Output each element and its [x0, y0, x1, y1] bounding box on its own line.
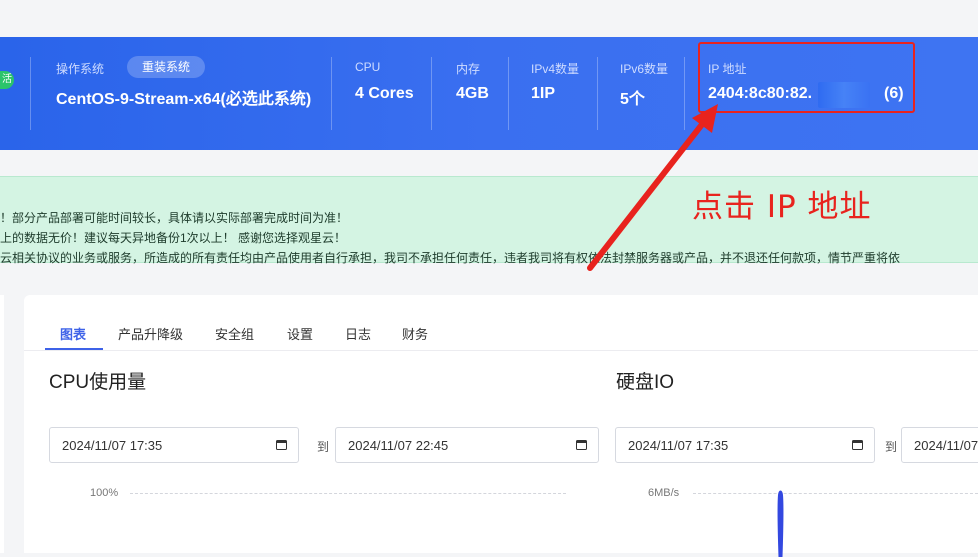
cpu-start-date-value: 2024/11/07 17:35 [62, 438, 163, 453]
calendar-icon[interactable] [276, 439, 287, 450]
content-card: 图表 产品升降级 安全组 设置 日志 财务 CPU使用量 2024/11/07 … [24, 295, 978, 557]
calendar-icon[interactable] [576, 439, 587, 450]
disk-gridline [693, 493, 978, 494]
tab-divider [24, 350, 978, 351]
cpu-end-date-input[interactable]: 2024/11/07 22:45 [335, 427, 599, 463]
notice-line: ！部分产品部署可能时间较长，具体请以实际部署完成时间为准！ [0, 211, 349, 225]
reinstall-system-button[interactable]: 重装系统 [127, 56, 206, 78]
cpu-label: CPU [355, 60, 381, 74]
disk-start-date-value: 2024/11/07 17:35 [628, 438, 729, 453]
cpu-start-date-input[interactable]: 2024/11/07 17:35 [49, 427, 299, 463]
ipv6-label: IPv6数量 [620, 62, 669, 76]
os-label: 操作系统 [56, 62, 105, 76]
tab-upgrade[interactable]: 产品升降级 [118, 324, 183, 343]
disk-end-date-input[interactable]: 2024/11/07 22:45 [901, 427, 978, 463]
notice-line: 云相关协议的业务或服务，所造成的所有责任均由产品使用者自行承担，我司不承担任何责… [0, 251, 901, 265]
left-panel-edge [0, 295, 4, 553]
status-badge: 活 [0, 71, 14, 89]
divider [597, 57, 598, 130]
ip-highlight-box [698, 42, 915, 113]
cpu-value: 4 Cores [355, 85, 414, 102]
os-value: CentOS-9-Stream-x64(必选此系统) [56, 91, 312, 108]
ipv4-value: 1IP [531, 85, 556, 102]
server-info-banner: 活 操作系统 CentOS-9-Stream-x64(必选此系统) 重装系统 C… [0, 37, 978, 150]
disk-end-date-value: 2024/11/07 22:45 [914, 438, 978, 453]
cpu-end-date-value: 2024/11/07 22:45 [348, 438, 449, 453]
divider [30, 57, 31, 130]
memory-value: 4GB [456, 85, 489, 102]
divider [331, 57, 332, 130]
cpu-y-tick: 100% [90, 487, 119, 499]
active-tab-indicator [45, 348, 103, 350]
tab-security-group[interactable]: 安全组 [215, 324, 254, 343]
disk-y-tick: 6MB/s [648, 487, 680, 499]
divider [431, 57, 432, 130]
date-range-separator: 到 [317, 440, 330, 454]
tab-chart[interactable]: 图表 [60, 324, 86, 343]
cpu-gridline [130, 493, 566, 494]
disk-start-date-input[interactable]: 2024/11/07 17:35 [615, 427, 875, 463]
disk-io-series [777, 490, 784, 557]
divider [508, 57, 509, 130]
divider [684, 57, 685, 130]
notice-line: 上的数据无价！建议每天异地备份1次以上！ 感谢您选择观星云！ [0, 231, 347, 245]
tab-settings[interactable]: 设置 [287, 324, 313, 343]
calendar-icon[interactable] [852, 439, 863, 450]
cpu-chart-title: CPU使用量 [49, 372, 147, 393]
ipv4-label: IPv4数量 [531, 62, 580, 76]
annotation-text: 点击 IP 地址 [692, 189, 872, 225]
date-range-separator: 到 [885, 440, 898, 454]
memory-label: 内存 [456, 62, 481, 76]
ipv6-value: 5个 [620, 91, 645, 108]
tab-finance[interactable]: 财务 [402, 324, 428, 343]
disk-chart-title: 硬盘IO [616, 372, 675, 393]
tab-logs[interactable]: 日志 [345, 324, 371, 343]
